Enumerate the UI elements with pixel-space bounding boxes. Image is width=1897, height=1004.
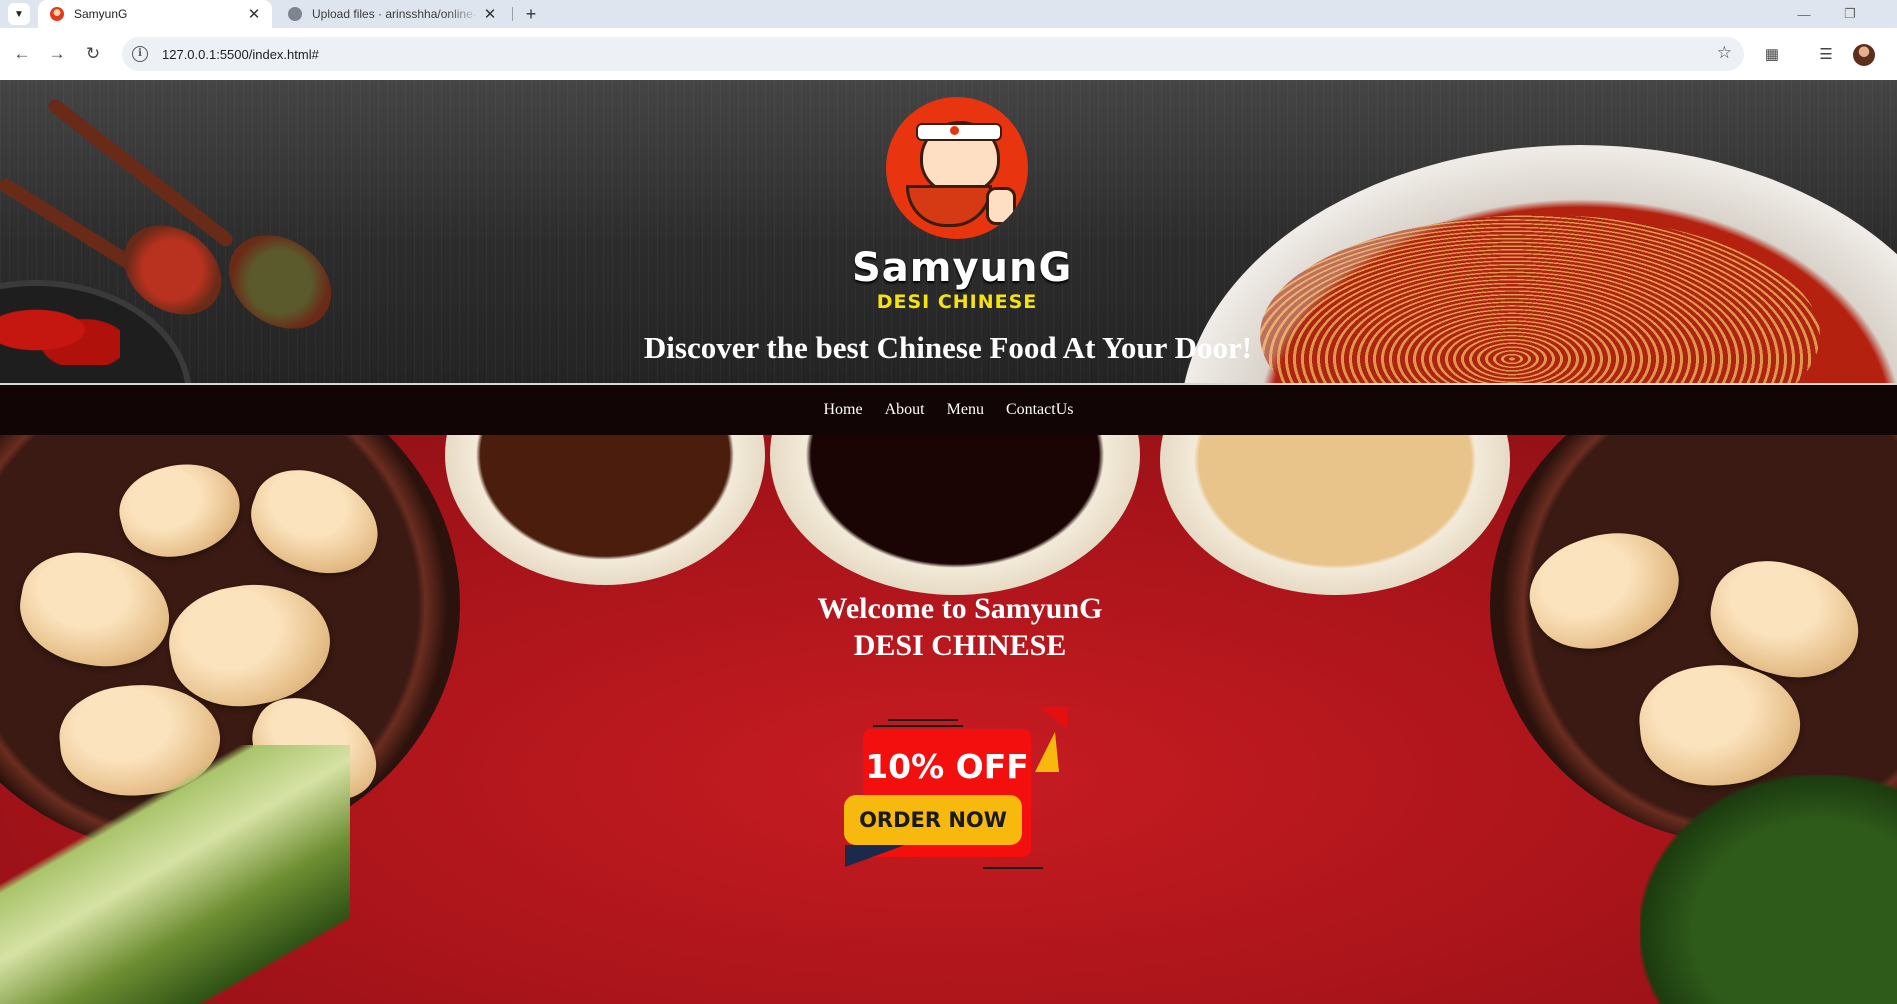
soy-sauce-bowl-image [770, 435, 1140, 595]
order-now-promo[interactable]: 10% OFF ORDER NOW [843, 707, 1075, 897]
bok-choy-image [0, 745, 350, 1004]
bookmark-star-icon[interactable]: ☆ [1717, 43, 1732, 63]
nav-link-menu[interactable]: Menu [947, 401, 984, 419]
nav-link-home[interactable]: Home [824, 401, 863, 419]
logo-bowl [906, 185, 992, 227]
close-icon[interactable]: ✕ [244, 5, 264, 23]
address-bar[interactable]: i 127.0.0.1:5500/index.html# ☆ [122, 37, 1744, 71]
logo-headband [916, 123, 1002, 141]
sesame-sauce-bowl-image [445, 435, 765, 585]
extensions-puzzle-icon[interactable]: ▦ [1761, 43, 1783, 65]
tab-title: Upload files · arinsshha/online- [312, 7, 477, 21]
hero-header: SamyunG DESI CHINESE Discover the best C… [0, 80, 1897, 383]
logo-thumbs-up [986, 187, 1016, 225]
red-chili-image [0, 295, 120, 365]
nav-link-about[interactable]: About [885, 401, 925, 419]
brand-name: SamyunG [852, 245, 1073, 291]
tab-separator [512, 7, 513, 21]
brand-subtitle: DESI CHINESE [876, 291, 1038, 313]
chevron-down-icon: ▼ [14, 8, 24, 20]
github-favicon-icon [288, 7, 302, 21]
noodle-bowl-image [1160, 435, 1510, 595]
samyung-favicon-icon [50, 7, 64, 21]
logo-headband-dot [950, 126, 959, 135]
welcome-line-2: DESI CHINESE [853, 629, 1067, 662]
order-now-button[interactable]: ORDER NOW [844, 795, 1022, 845]
tab-upload-files[interactable]: Upload files · arinsshha/online- ✕ [278, 0, 508, 28]
tab-title: SamyunG [74, 7, 128, 21]
welcome-heading: Welcome to SamyunG DESI CHINESE [700, 590, 1220, 664]
browser-tab-strip: ▼ SamyunG ✕ Upload files · arinsshha/onl… [0, 0, 1897, 28]
promo-red-triangle [1038, 707, 1068, 729]
welcome-banner: Welcome to SamyunG DESI CHINESE 10% OFF … [0, 435, 1897, 1004]
media-controls-icon[interactable]: ☰ [1815, 43, 1837, 65]
minimize-icon[interactable]: — [1784, 0, 1824, 28]
restore-icon[interactable]: ❐ [1830, 0, 1870, 28]
forward-arrow-icon[interactable]: → [44, 41, 70, 67]
url-text: 127.0.0.1:5500/index.html# [162, 46, 319, 62]
site-info-icon[interactable]: i [132, 46, 148, 62]
new-tab-plus-icon[interactable]: + [520, 3, 542, 25]
welcome-line-1: Welcome to SamyunG [817, 592, 1103, 625]
samyung-logo[interactable] [886, 97, 1028, 239]
browser-toolbar: ← → ↻ i 127.0.0.1:5500/index.html# ☆ ▦ ☰ [0, 28, 1897, 80]
reload-icon[interactable]: ↻ [80, 41, 106, 67]
web-page: SamyunG DESI CHINESE Discover the best C… [0, 80, 1897, 1004]
promo-decoration-line [873, 725, 963, 727]
promo-decoration-line [983, 867, 1043, 869]
nav-link-contactus[interactable]: ContactUs [1006, 401, 1074, 419]
promo-navy-triangle [845, 845, 905, 867]
promo-decoration-line [888, 719, 958, 721]
main-navbar: Home About Menu ContactUs [0, 385, 1897, 435]
tab-search-button[interactable]: ▼ [8, 3, 30, 25]
promo-yellow-triangle [1035, 732, 1059, 772]
tagline-heading: Discover the best Chinese Food At Your D… [643, 330, 1253, 365]
back-arrow-icon[interactable]: ← [9, 41, 35, 67]
close-icon[interactable]: ✕ [480, 5, 500, 23]
promo-discount-text: 10% OFF [865, 747, 1029, 786]
profile-avatar[interactable] [1853, 44, 1875, 66]
tab-samyung[interactable]: SamyunG ✕ [38, 0, 272, 28]
